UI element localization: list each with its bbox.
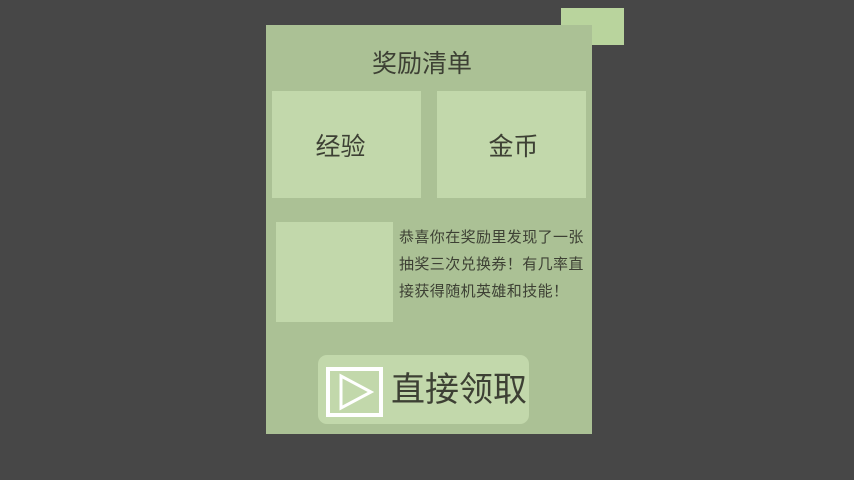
game-screen: 奖励清单 经验 金币 恭喜你在奖励里发现了一张抽奖三次兑换券！有几率直接获得随机… <box>0 0 854 480</box>
reward-description: 恭喜你在奖励里发现了一张抽奖三次兑换券！有几率直接获得随机英雄和技能！ <box>399 228 584 300</box>
claim-button-label: 直接领取 <box>391 370 527 410</box>
reward-card-gold: 金币 <box>437 91 586 198</box>
reward-list-dialog: 奖励清单 经验 金币 恭喜你在奖励里发现了一张抽奖三次兑换券！有几率直接获得随机… <box>266 25 592 434</box>
coupon-image <box>276 222 393 322</box>
claim-directly-button[interactable]: 直接领取 <box>318 355 529 424</box>
reward-label-gold: 金币 <box>488 131 539 161</box>
play-icon <box>326 367 383 417</box>
reward-label-experience: 经验 <box>315 131 366 161</box>
dialog-title: 奖励清单 <box>371 49 472 78</box>
reward-card-experience: 经验 <box>272 91 421 198</box>
